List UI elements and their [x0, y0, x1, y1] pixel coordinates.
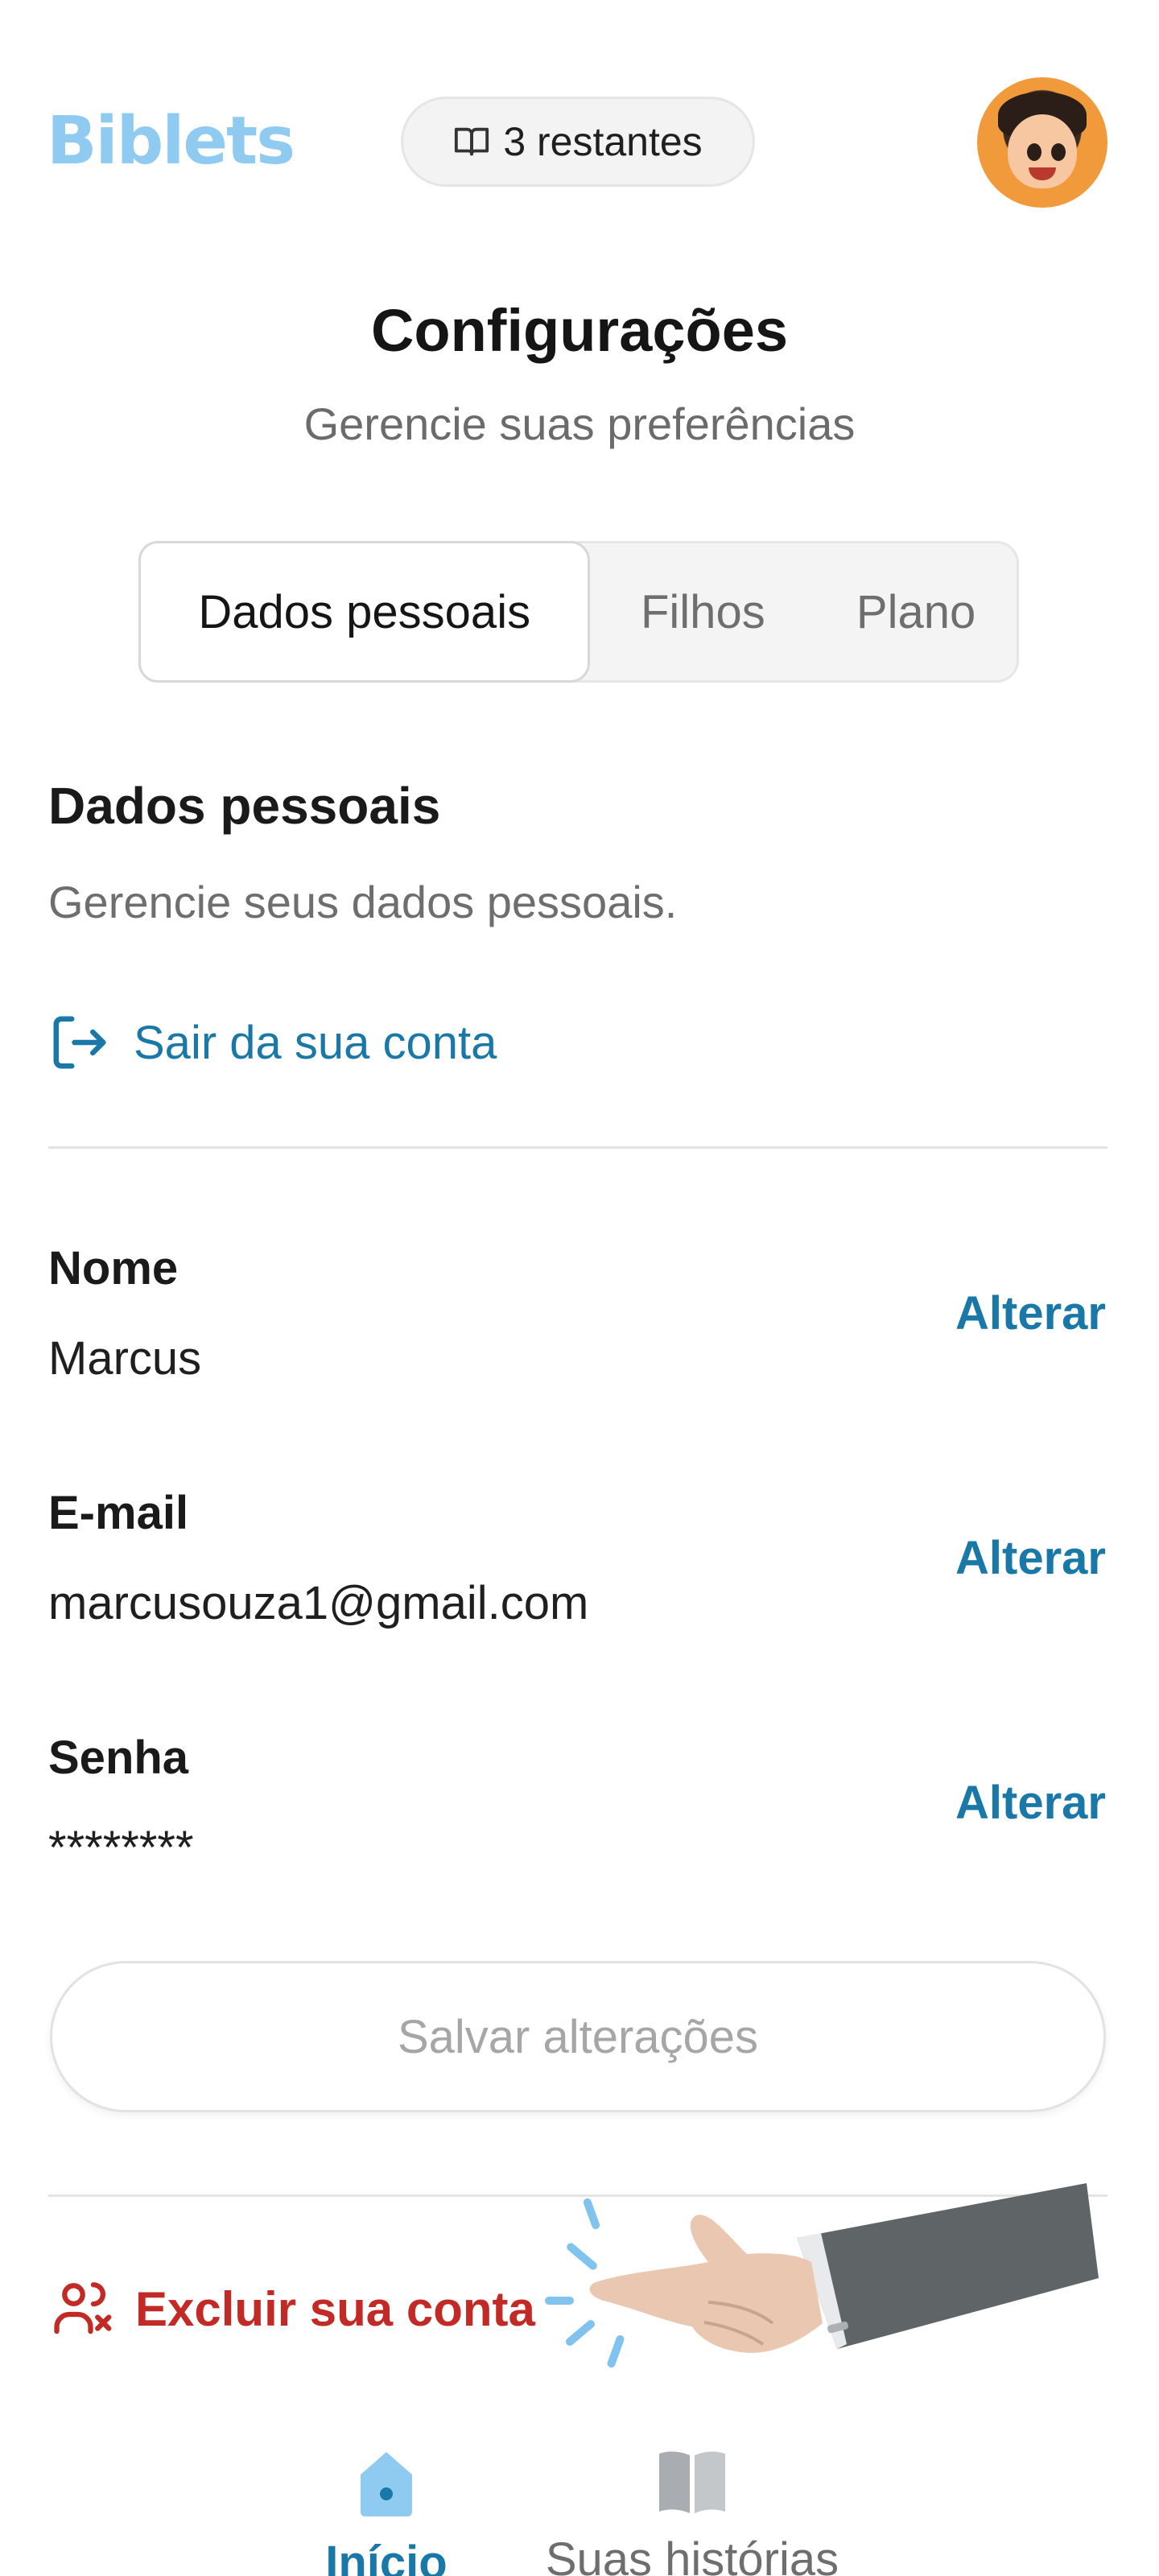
- settings-tabs: Dados pessoais Filhos Plano: [138, 541, 1019, 683]
- user-avatar[interactable]: [977, 77, 1107, 208]
- tab-personal-data[interactable]: Dados pessoais: [138, 541, 591, 683]
- nav-label-stories: Suas histórias: [545, 2533, 839, 2576]
- logout-icon: [53, 1016, 106, 1069]
- avatar-eye-left: [1027, 143, 1041, 161]
- home-icon: [361, 2452, 412, 2516]
- field-label-password: Senha: [48, 1732, 189, 1784]
- book-open-icon: [455, 127, 489, 156]
- logout-link[interactable]: Sair da sua conta: [48, 1011, 497, 1074]
- app-logo[interactable]: Biblets: [47, 103, 295, 180]
- field-label-email: E-mail: [48, 1487, 189, 1539]
- credits-label: 3 restantes: [503, 119, 703, 164]
- nav-item-stories[interactable]: Suas histórias: [523, 2447, 861, 2576]
- pointing-hand-illustration: [531, 2165, 1111, 2391]
- pointing-hand-icon: [589, 2183, 1099, 2353]
- alter-password-link[interactable]: Alterar: [955, 1776, 1106, 1830]
- section-title: Dados pessoais: [48, 777, 441, 835]
- field-label-name: Nome: [48, 1242, 179, 1294]
- logout-label: Sair da sua conta: [134, 1016, 497, 1069]
- nav-item-home[interactable]: Início: [314, 2447, 459, 2576]
- delete-account-label: Excluir sua conta: [135, 2281, 535, 2336]
- nav-label-home: Início: [325, 2537, 448, 2576]
- field-value-name: Marcus: [48, 1332, 202, 1385]
- user-remove-icon: [54, 2282, 112, 2334]
- section-description: Gerencie seus dados pessoais.: [48, 877, 678, 927]
- save-changes-button[interactable]: Salvar alterações: [50, 1961, 1106, 2112]
- field-value-email: marcusouza1@gmail.com: [48, 1577, 589, 1629]
- page-subtitle: Gerencie suas preferências: [303, 398, 856, 449]
- alter-email-link[interactable]: Alterar: [955, 1531, 1106, 1585]
- avatar-eye-right: [1051, 143, 1066, 161]
- alter-name-link[interactable]: Alterar: [955, 1286, 1106, 1340]
- settings-page: Biblets 3 restantes Configurações Gerenc…: [0, 0, 1159, 2576]
- bottom-navigation: Início Suas histórias: [0, 2447, 1159, 2576]
- credits-badge[interactable]: 3 restantes: [401, 97, 755, 187]
- divider: [48, 1146, 1107, 1149]
- field-value-password: ********: [48, 1822, 194, 1874]
- page-title: Configurações: [370, 297, 789, 364]
- tab-children[interactable]: Filhos: [590, 541, 815, 683]
- delete-account-link[interactable]: Excluir sua conta: [48, 2275, 535, 2343]
- book-icon: [659, 2451, 725, 2513]
- tab-plan[interactable]: Plano: [815, 541, 1017, 683]
